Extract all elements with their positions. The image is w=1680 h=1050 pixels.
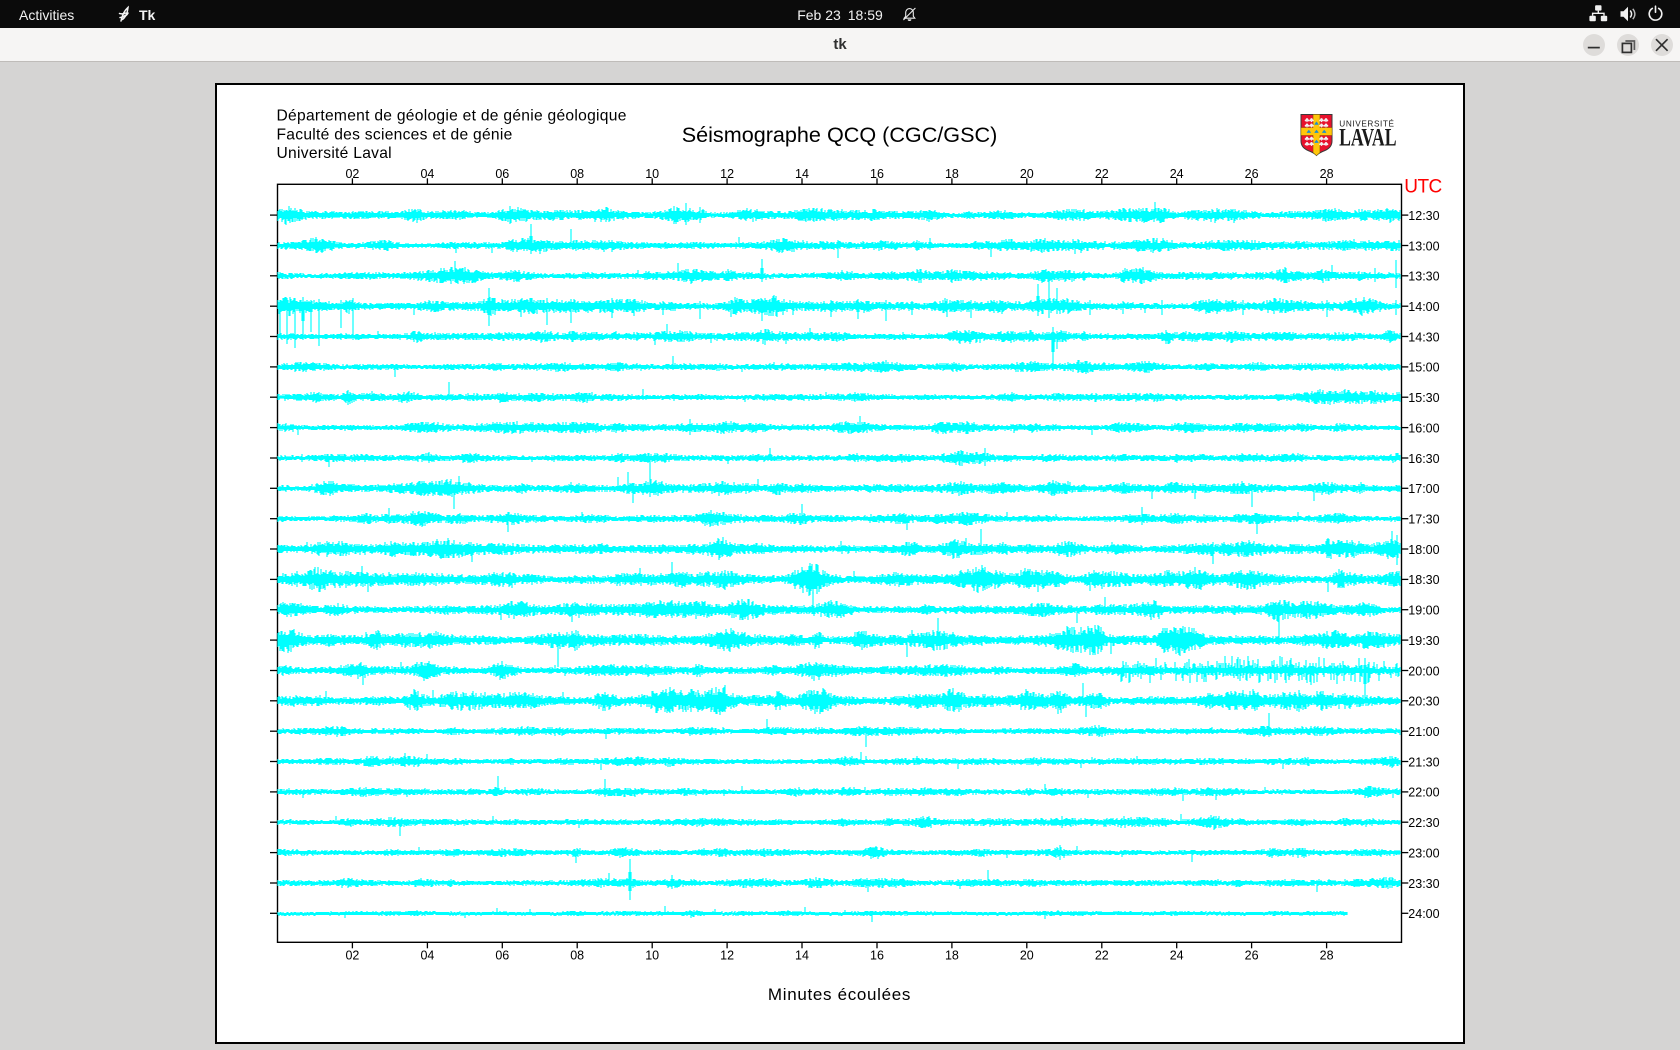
svg-text:02: 02 <box>345 167 359 181</box>
svg-text:16: 16 <box>870 948 884 962</box>
svg-text:Minutes écoulées: Minutes écoulées <box>768 985 911 1004</box>
svg-text:24:00: 24:00 <box>1408 907 1439 921</box>
svg-text:16:00: 16:00 <box>1408 421 1439 435</box>
svg-text:19:30: 19:30 <box>1408 634 1439 648</box>
svg-text:Université Laval: Université Laval <box>277 145 392 162</box>
svg-text:24: 24 <box>1170 948 1184 962</box>
svg-text:Faculté des sciences et de gén: Faculté des sciences et de génie <box>277 127 513 144</box>
svg-text:21:00: 21:00 <box>1408 725 1439 739</box>
svg-text:13:00: 13:00 <box>1408 239 1439 253</box>
svg-text:14:00: 14:00 <box>1408 300 1439 314</box>
svg-text:12: 12 <box>720 167 734 181</box>
svg-text:06: 06 <box>495 167 509 181</box>
svg-text:18:30: 18:30 <box>1408 573 1439 587</box>
svg-text:19:00: 19:00 <box>1408 604 1439 618</box>
svg-text:20: 20 <box>1020 948 1034 962</box>
svg-text:22: 22 <box>1095 167 1109 181</box>
svg-text:16: 16 <box>870 167 884 181</box>
svg-text:22:30: 22:30 <box>1408 816 1439 830</box>
svg-text:24: 24 <box>1170 167 1184 181</box>
svg-text:10: 10 <box>645 167 659 181</box>
svg-text:08: 08 <box>570 167 584 181</box>
svg-text:04: 04 <box>420 167 434 181</box>
svg-text:15:30: 15:30 <box>1408 391 1439 405</box>
svg-text:26: 26 <box>1245 948 1259 962</box>
svg-text:12:30: 12:30 <box>1408 209 1439 223</box>
svg-text:18:00: 18:00 <box>1408 543 1439 557</box>
svg-text:20: 20 <box>1020 167 1034 181</box>
svg-text:17:00: 17:00 <box>1408 482 1439 496</box>
svg-text:14:30: 14:30 <box>1408 330 1439 344</box>
svg-text:18: 18 <box>945 167 959 181</box>
svg-text:20:30: 20:30 <box>1408 695 1439 709</box>
svg-text:18: 18 <box>945 948 959 962</box>
svg-text:14: 14 <box>795 167 809 181</box>
svg-text:02: 02 <box>345 948 359 962</box>
svg-text:12: 12 <box>720 948 734 962</box>
svg-text:26: 26 <box>1245 167 1259 181</box>
svg-text:Séismographe QCQ (CGC/GSC): Séismographe QCQ (CGC/GSC) <box>682 122 998 147</box>
svg-text:04: 04 <box>420 948 434 962</box>
svg-text:21:30: 21:30 <box>1408 755 1439 769</box>
svg-text:LAVAL: LAVAL <box>1339 122 1396 151</box>
svg-text:23:00: 23:00 <box>1408 846 1439 860</box>
svg-text:15:00: 15:00 <box>1408 361 1439 375</box>
svg-text:UTC: UTC <box>1404 177 1441 198</box>
svg-text:13:30: 13:30 <box>1408 270 1439 284</box>
svg-text:22: 22 <box>1095 948 1109 962</box>
svg-text:28: 28 <box>1320 167 1334 181</box>
svg-text:16:30: 16:30 <box>1408 452 1439 466</box>
svg-text:08: 08 <box>570 948 584 962</box>
svg-text:28: 28 <box>1320 948 1334 962</box>
svg-text:22:00: 22:00 <box>1408 786 1439 800</box>
svg-text:23:30: 23:30 <box>1408 877 1439 891</box>
svg-text:Département de géologie et de: Département de géologie et de génie géol… <box>277 107 627 124</box>
svg-text:20:00: 20:00 <box>1408 664 1439 678</box>
svg-text:14: 14 <box>795 948 809 962</box>
svg-text:06: 06 <box>495 948 509 962</box>
svg-text:17:30: 17:30 <box>1408 513 1439 527</box>
svg-text:10: 10 <box>645 948 659 962</box>
